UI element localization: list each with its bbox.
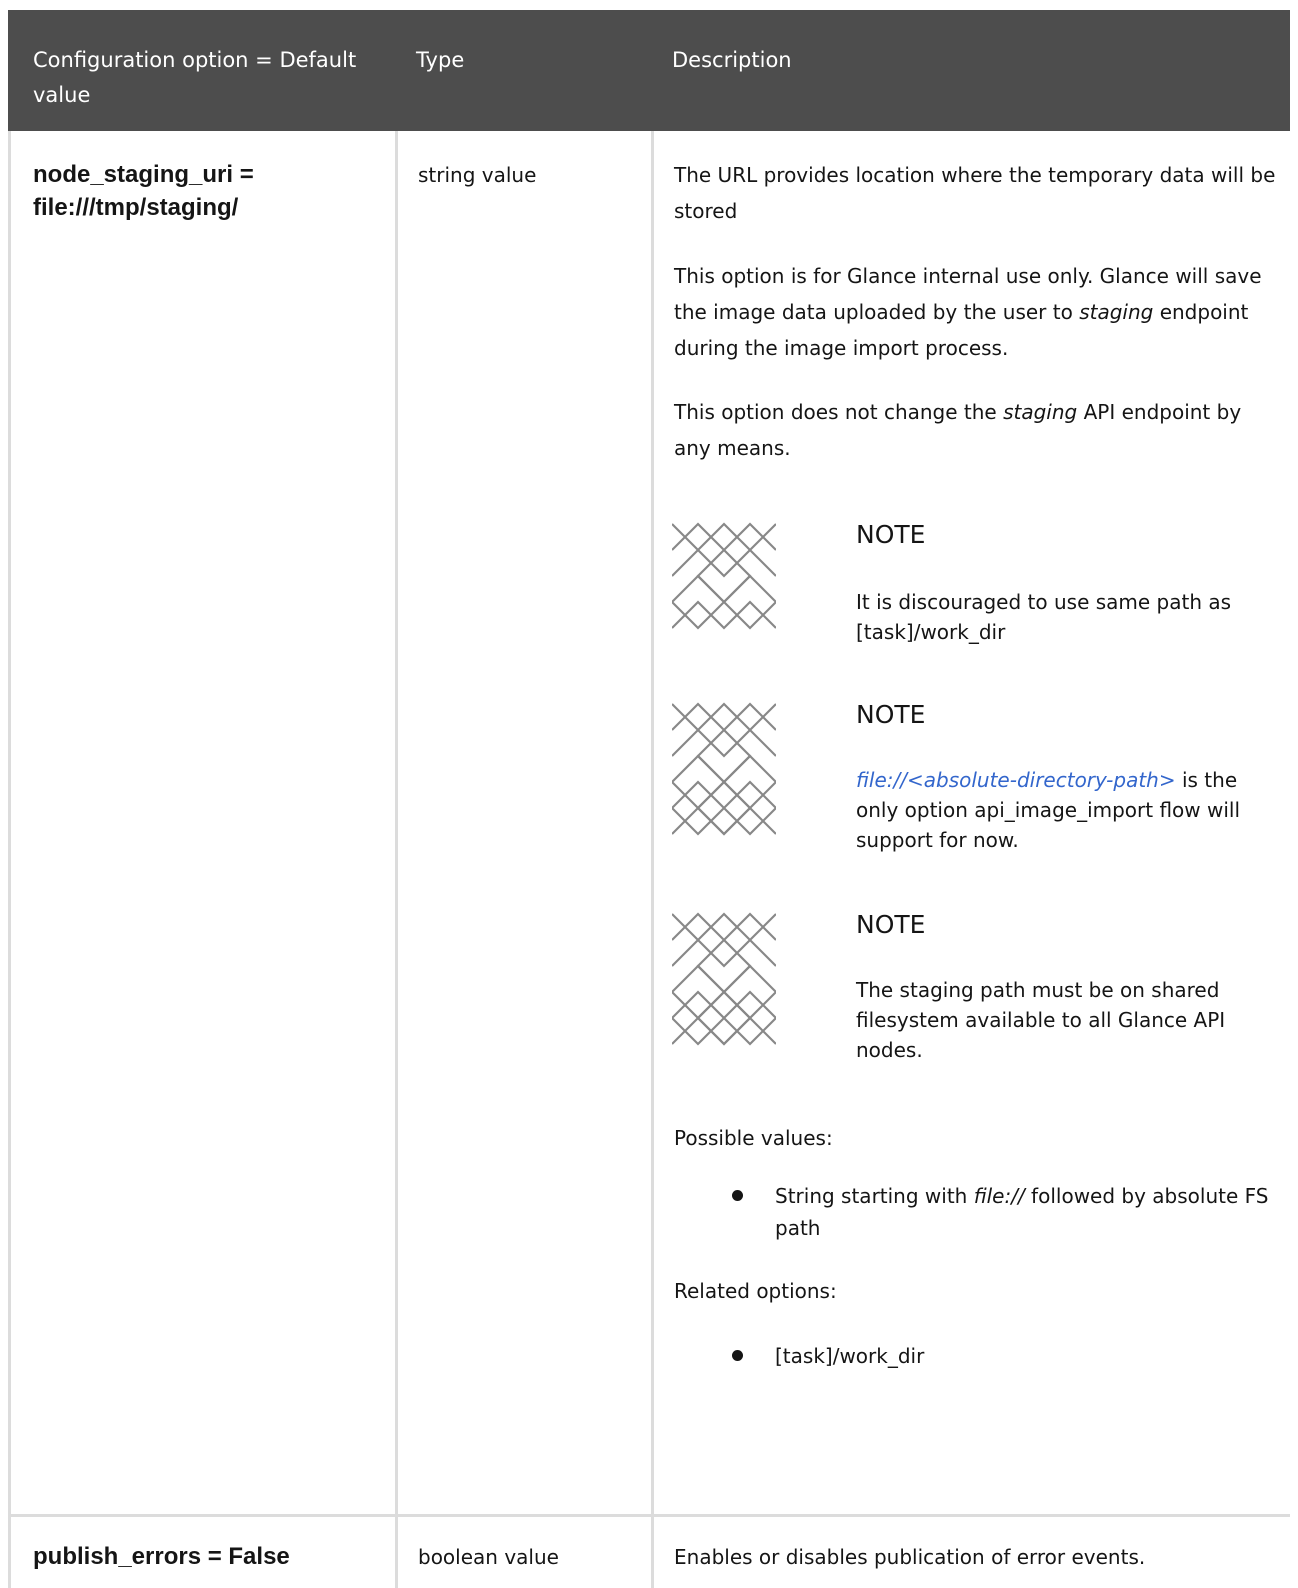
header-option: Configuration option = Default value bbox=[33, 48, 357, 107]
option-name: node_staging_uri = bbox=[33, 161, 254, 188]
note-pattern-icon bbox=[672, 912, 776, 1046]
note-pattern-icon bbox=[672, 702, 776, 836]
related-options-label: Related options: bbox=[674, 1279, 837, 1303]
option-type: boolean value bbox=[418, 1545, 559, 1569]
list-item: String starting with file:// followed by… bbox=[775, 1184, 1269, 1240]
description-paragraph: Enables or disables publication of error… bbox=[674, 1545, 1146, 1569]
option-type: string value bbox=[418, 163, 537, 187]
header-description: Description bbox=[672, 48, 792, 72]
grid-line bbox=[395, 131, 398, 1588]
note-body: It is discouraged to use same path as [t… bbox=[856, 590, 1232, 644]
note-title: NOTE bbox=[856, 700, 926, 729]
possible-values-label: Possible values: bbox=[674, 1126, 833, 1150]
note-body: The staging path must be on shared files… bbox=[856, 978, 1226, 1062]
description-paragraph: The URL provides location where the temp… bbox=[674, 163, 1276, 223]
bullet-icon bbox=[732, 1350, 746, 1364]
grid-line bbox=[651, 131, 654, 1588]
header-type: Type bbox=[416, 48, 465, 72]
note-pattern-icon bbox=[672, 522, 776, 630]
row-divider bbox=[8, 1514, 1290, 1517]
option-default: file:///tmp/staging/ bbox=[33, 194, 239, 221]
path-link[interactable]: file://<absolute-directory-path> bbox=[856, 768, 1176, 792]
bullet-icon bbox=[732, 1190, 746, 1204]
list-item: [task]/work_dir bbox=[775, 1344, 925, 1368]
description-paragraph: This option does not change the staging … bbox=[674, 400, 1242, 460]
option-name: publish_errors = False bbox=[33, 1543, 290, 1570]
grid-line bbox=[8, 131, 11, 1588]
note-body: file://<absolute-directory-path> is the … bbox=[856, 768, 1241, 852]
table-header: Configuration option = Default value Typ… bbox=[8, 10, 1290, 131]
note-title: NOTE bbox=[856, 520, 926, 549]
note-title: NOTE bbox=[856, 910, 926, 939]
description-paragraph: This option is for Glance internal use o… bbox=[674, 264, 1262, 360]
